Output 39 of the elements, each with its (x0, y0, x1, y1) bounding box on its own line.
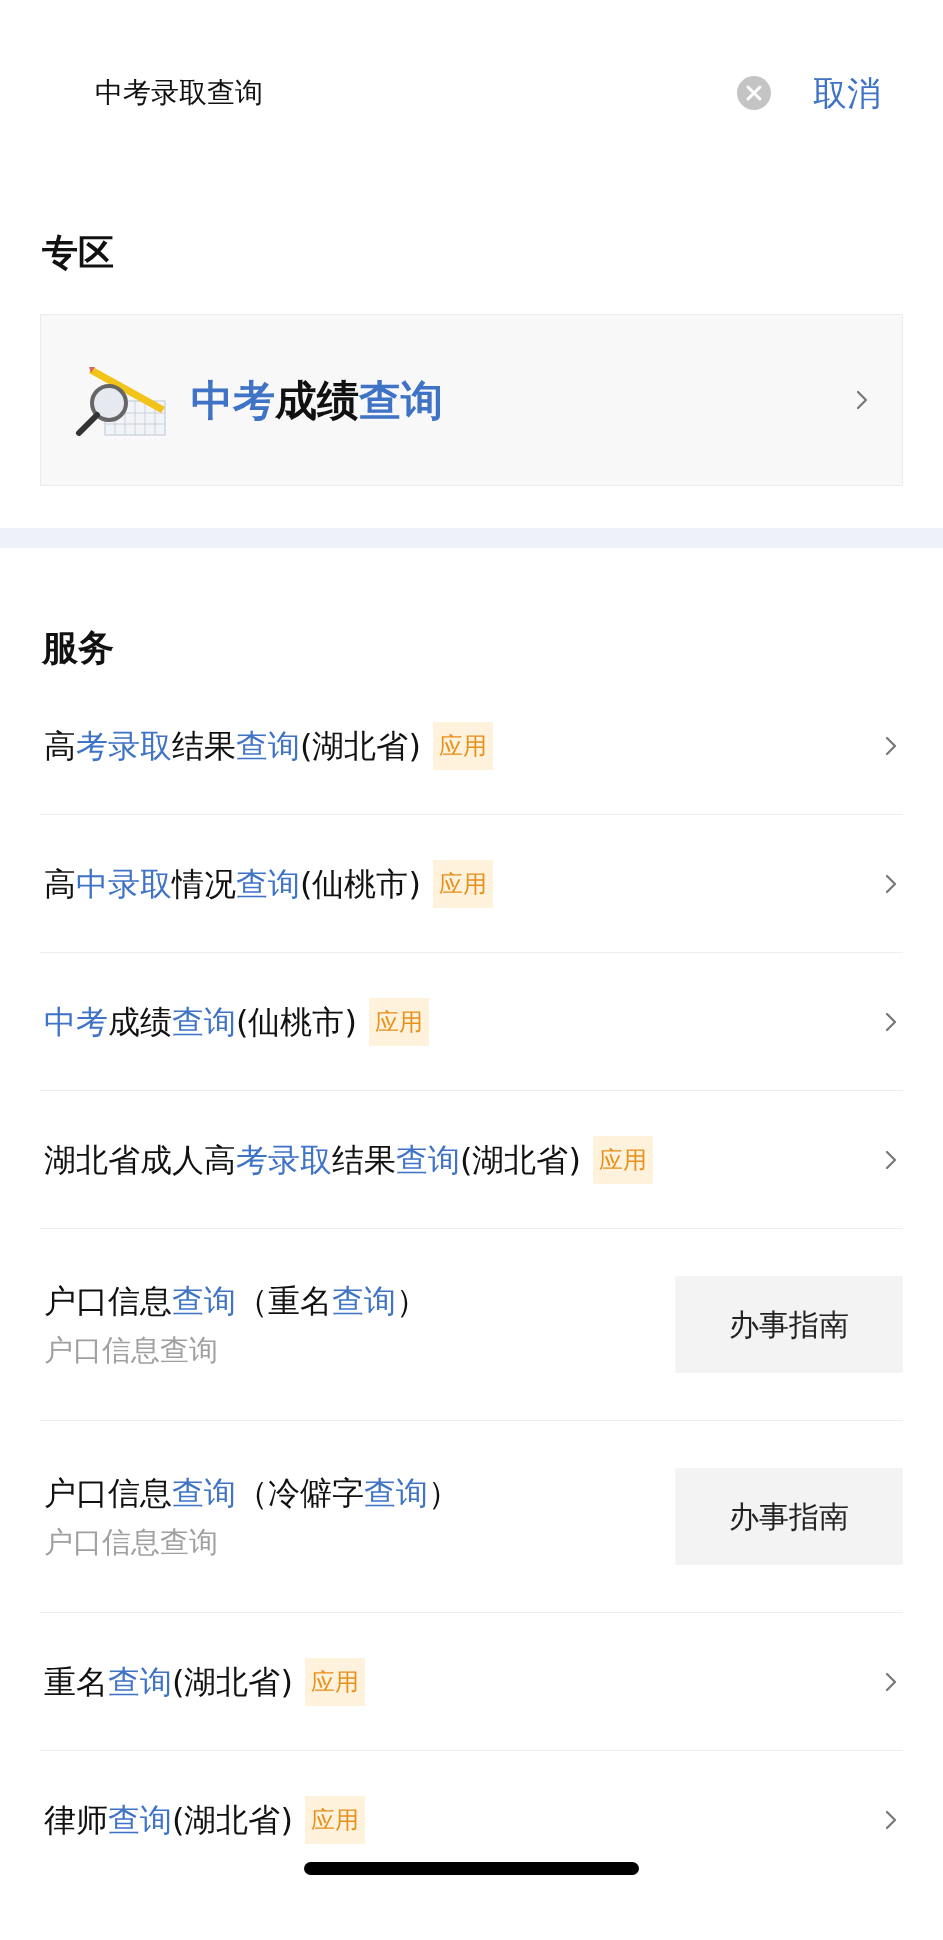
service-title: 高考录取结果查询(湖北省) (44, 725, 421, 767)
service-item[interactable]: 中考成绩查询(仙桃市) 应用 (40, 953, 903, 1092)
chevron-icon (885, 1809, 897, 1830)
app-badge: 应用 (432, 721, 493, 770)
cancel-button[interactable]: 取消 (813, 67, 881, 119)
chevron-icon (885, 1671, 897, 1692)
chevron-icon (885, 735, 897, 756)
app-badge: 应用 (592, 1135, 653, 1184)
service-subtitle: 户口信息查询 (44, 1524, 219, 1562)
chevron-icon (885, 1011, 897, 1032)
service-item[interactable]: 户口信息查询（冷僻字查询） 户口信息查询 办事指南 (40, 1421, 903, 1614)
service-subtitle: 户口信息查询 (44, 1332, 219, 1370)
service-item[interactable]: 湖北省成人高考录取结果查询(湖北省) 应用 (40, 1091, 903, 1230)
section-heading: 服务 (42, 626, 115, 670)
section-heading: 专区 (42, 231, 115, 275)
app-badge: 应用 (432, 859, 493, 908)
service-title: 高中录取情况查询(仙桃市) (44, 863, 421, 905)
chevron-icon (885, 1149, 897, 1170)
service-title: 户口信息查询（重名查询） (44, 1281, 428, 1323)
service-title: 户口信息查询（冷僻字查询） (44, 1473, 460, 1515)
service-title: 律师查询(湖北省) (44, 1799, 293, 1841)
service-item[interactable]: 重名查询(湖北省) 应用 (40, 1613, 903, 1752)
app-badge: 应用 (304, 1657, 365, 1706)
zone-card[interactable]: 中考成绩查询 (40, 314, 903, 487)
guide-button[interactable]: 办事指南 (675, 1468, 903, 1566)
service-item[interactable]: 高中录取情况查询(仙桃市) 应用 (40, 815, 903, 954)
app-badge: 应用 (368, 997, 429, 1046)
service-item[interactable]: 高考录取结果查询(湖北省) 应用 (40, 677, 903, 816)
clear-icon[interactable] (737, 76, 771, 110)
service-item[interactable]: 户口信息查询（重名查询） 户口信息查询 办事指南 (40, 1229, 903, 1422)
service-title: 中考成绩查询(仙桃市) (44, 1001, 357, 1043)
search-field[interactable]: 中考录取查询 (55, 55, 787, 131)
chevron-icon (856, 390, 868, 411)
app-badge: 应用 (304, 1795, 365, 1844)
guide-button[interactable]: 办事指南 (675, 1276, 903, 1374)
service-title: 重名查询(湖北省) (44, 1661, 293, 1703)
chevron-icon (885, 873, 897, 894)
service-title: 湖北省成人高考录取结果查询(湖北省) (44, 1139, 581, 1181)
zone-title: 中考成绩查询 (191, 374, 444, 427)
